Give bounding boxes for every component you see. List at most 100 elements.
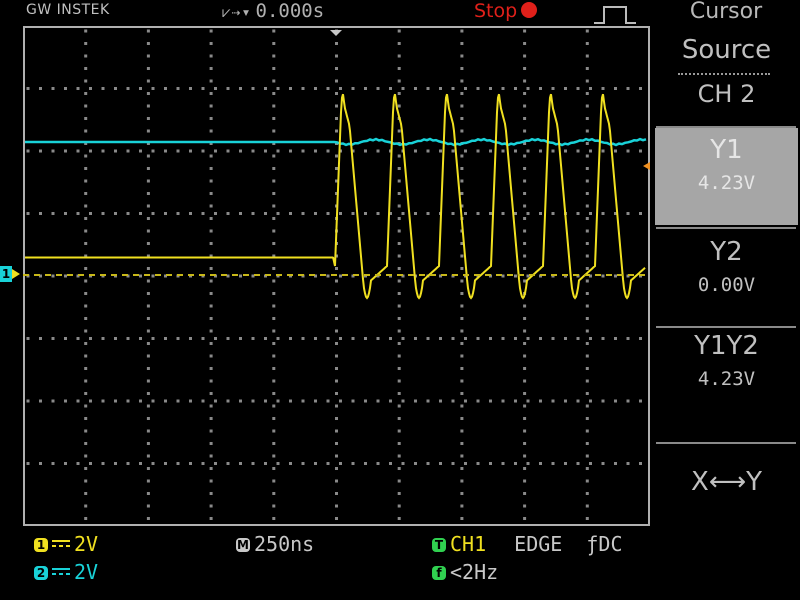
grid-dot bbox=[164, 337, 167, 340]
grid-dot bbox=[585, 279, 589, 283]
swap-axes-label: X⟷Y bbox=[691, 467, 762, 497]
grid-dot bbox=[176, 212, 180, 215]
grid-dot bbox=[476, 149, 480, 153]
grid-dot bbox=[514, 462, 517, 465]
grid-dot bbox=[401, 462, 405, 465]
grid-dot bbox=[460, 342, 464, 345]
grid-dot bbox=[146, 229, 150, 233]
grid-dot bbox=[351, 212, 355, 215]
grid-dot bbox=[272, 317, 276, 320]
menu-y1[interactable]: Y1 4.23V bbox=[655, 128, 798, 225]
grid-dot bbox=[397, 167, 401, 170]
grid-dot bbox=[139, 274, 142, 278]
grid-dot bbox=[335, 67, 338, 70]
grid-dot bbox=[84, 504, 88, 508]
grid-dot bbox=[314, 337, 317, 340]
grid-dot bbox=[84, 67, 88, 70]
grid-dot bbox=[464, 149, 467, 153]
grid-dot bbox=[26, 149, 30, 153]
grid-dot bbox=[146, 467, 150, 470]
grid-dot bbox=[523, 42, 527, 45]
grid-dot bbox=[189, 337, 192, 340]
grid-dot bbox=[214, 212, 217, 215]
menu-divider bbox=[656, 326, 796, 328]
grid-dot bbox=[101, 149, 105, 153]
grid-dot bbox=[209, 479, 213, 483]
grid-dot bbox=[209, 267, 213, 270]
grid-dot bbox=[523, 392, 527, 395]
grid-dot bbox=[426, 337, 430, 340]
grid-dot bbox=[146, 442, 150, 445]
grid-dot bbox=[84, 354, 88, 358]
grid-dot bbox=[114, 337, 117, 340]
y1y2-value: 4.23V bbox=[697, 368, 756, 390]
grid-dot bbox=[523, 179, 527, 183]
grid-dot bbox=[460, 29, 464, 33]
menu-y1y2[interactable]: Y1Y2 4.23V bbox=[655, 330, 798, 422]
grid-dot bbox=[351, 399, 355, 403]
grid-dot bbox=[276, 337, 280, 340]
grid-dot bbox=[489, 149, 492, 153]
menu-source[interactable]: Source CH 2 bbox=[655, 34, 798, 124]
grid-dot bbox=[146, 454, 150, 458]
grid-dot bbox=[201, 212, 205, 215]
waveform-display[interactable] bbox=[23, 26, 650, 526]
grid-dot bbox=[585, 167, 589, 170]
grid-dot bbox=[414, 212, 417, 215]
grid-dot bbox=[289, 462, 292, 465]
horizontal-position: ⩗⇢▾ 0.000s bbox=[222, 0, 324, 22]
grid-dot bbox=[272, 429, 276, 433]
menu-swap-axes[interactable]: X⟷Y bbox=[655, 466, 798, 516]
grid-dot bbox=[585, 29, 589, 33]
grid-dot bbox=[89, 212, 92, 215]
grid-dot bbox=[146, 342, 150, 345]
grid-dot bbox=[626, 212, 630, 215]
grid-dot bbox=[209, 117, 213, 120]
grid-dot bbox=[397, 92, 401, 95]
grid-dot bbox=[272, 342, 276, 345]
trigger-readout[interactable]: T CH1 EDGE ƒDC bbox=[432, 532, 623, 556]
grid-dot bbox=[84, 479, 88, 483]
grid-dot bbox=[526, 337, 530, 340]
grid-dot bbox=[146, 42, 150, 45]
grid-dot bbox=[239, 274, 242, 278]
grid-dot bbox=[146, 242, 150, 245]
grid-dot bbox=[339, 462, 342, 465]
grid-dot bbox=[146, 279, 150, 283]
grid-dot bbox=[272, 492, 276, 495]
menu-y2[interactable]: Y2 0.00V bbox=[655, 232, 798, 324]
grid-dot bbox=[151, 149, 155, 153]
grid-dot bbox=[397, 129, 401, 133]
grid-dot bbox=[164, 462, 167, 465]
grid-dot bbox=[151, 399, 155, 403]
grid-dot bbox=[114, 462, 117, 465]
grid-dot bbox=[376, 149, 380, 153]
run-status[interactable]: Stop bbox=[474, 0, 538, 22]
grid-dot bbox=[84, 417, 88, 420]
grid-dot bbox=[376, 212, 380, 215]
grid-dot bbox=[460, 517, 464, 520]
grid-dot bbox=[84, 217, 88, 220]
grid-dot bbox=[476, 87, 480, 90]
grid-dot bbox=[51, 149, 55, 153]
grid-dot bbox=[314, 149, 317, 153]
grid-dot bbox=[526, 399, 530, 403]
grid-dot bbox=[164, 212, 167, 215]
ch1-scale-readout[interactable]: 1 2V bbox=[34, 532, 98, 556]
grid-dot bbox=[272, 279, 276, 283]
timebase-readout[interactable]: M 250ns bbox=[236, 532, 314, 556]
menu-divider bbox=[656, 126, 796, 128]
time-position-value: 0.000s bbox=[255, 0, 325, 22]
grid-dot bbox=[335, 292, 338, 295]
grid-dot bbox=[523, 304, 527, 308]
grid-dot bbox=[126, 337, 130, 340]
grid-dot bbox=[639, 87, 642, 90]
ch2-scale-readout[interactable]: 2 2V bbox=[34, 560, 98, 584]
grid-dot bbox=[551, 87, 555, 90]
grid-dot bbox=[272, 79, 276, 83]
ch1-ground-marker[interactable]: 1 bbox=[0, 266, 12, 282]
grid-dot bbox=[335, 104, 338, 108]
source-value: CH 2 bbox=[697, 80, 756, 108]
grid-dot bbox=[335, 379, 338, 383]
grid-dot bbox=[335, 517, 338, 520]
